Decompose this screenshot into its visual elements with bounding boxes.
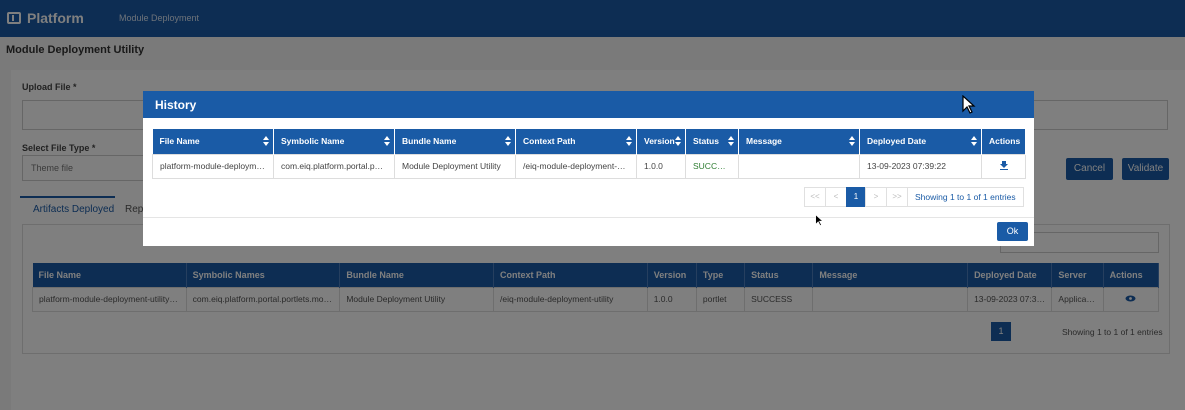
cell-deployed-date: 13-09-2023 07:39:22 xyxy=(859,153,982,179)
sort-icon[interactable] xyxy=(626,136,632,147)
sort-icon[interactable] xyxy=(728,136,734,147)
pager-prev[interactable]: < xyxy=(825,187,847,207)
sort-icon[interactable] xyxy=(849,136,855,147)
modal-footer-divider xyxy=(143,217,1034,218)
col-label: Deployed Date xyxy=(867,136,927,147)
col-deployed-date[interactable]: Deployed Date xyxy=(859,129,982,154)
table-row: platform-module-deployme... com.eiq.plat… xyxy=(152,153,1026,179)
col-file-name[interactable]: File Name xyxy=(152,129,274,154)
col-label: Status xyxy=(693,136,719,147)
col-context-path[interactable]: Context Path xyxy=(515,129,637,154)
col-label: Symbolic Name xyxy=(281,136,345,147)
history-table-header: File Name Symbolic Name Bundle Name Cont… xyxy=(152,129,1026,154)
history-modal: History File Name Symbolic Name Bundle N… xyxy=(143,91,1034,246)
pager-page-1[interactable]: 1 xyxy=(846,187,866,207)
modal-title: History xyxy=(143,91,1034,118)
cell-bundle-name: Module Deployment Utility xyxy=(394,153,516,179)
cell-symbolic-name: com.eiq.platform.portal.portl... xyxy=(273,153,395,179)
pagination: << < 1 > >> Showing 1 to 1 of 1 entries xyxy=(804,187,1024,207)
col-label: Bundle Name xyxy=(402,136,457,147)
col-version[interactable]: Version xyxy=(636,129,686,154)
cell-file-name: platform-module-deployme... xyxy=(152,153,274,179)
col-label: Context Path xyxy=(523,136,576,147)
col-label: Version xyxy=(644,136,675,147)
pager-last[interactable]: >> xyxy=(886,187,908,207)
col-label: Message xyxy=(746,136,782,147)
mouse-pointer-icon xyxy=(962,95,976,114)
entries-info: Showing 1 to 1 of 1 entries xyxy=(907,187,1024,207)
cell-status: SUCCESS xyxy=(685,153,739,179)
download-icon[interactable] xyxy=(999,161,1008,170)
col-bundle-name[interactable]: Bundle Name xyxy=(394,129,516,154)
history-table: File Name Symbolic Name Bundle Name Cont… xyxy=(152,129,1026,179)
sort-icon[interactable] xyxy=(384,136,390,147)
cell-version: 1.0.0 xyxy=(636,153,686,179)
col-symbolic-name[interactable]: Symbolic Name xyxy=(273,129,395,154)
sort-icon[interactable] xyxy=(263,136,269,147)
col-message[interactable]: Message xyxy=(738,129,860,154)
cell-actions xyxy=(981,153,1026,179)
pager-first[interactable]: << xyxy=(804,187,826,207)
sort-icon[interactable] xyxy=(971,136,977,147)
col-status[interactable]: Status xyxy=(685,129,739,154)
sort-icon[interactable] xyxy=(675,136,681,147)
sort-icon[interactable] xyxy=(505,136,511,147)
mouse-pointer-icon xyxy=(815,214,824,227)
col-label: File Name xyxy=(159,136,200,147)
cell-message xyxy=(738,153,860,179)
cell-context-path: /eiq-module-deployment-utility xyxy=(515,153,637,179)
ok-button[interactable]: Ok xyxy=(997,222,1028,241)
pager-next[interactable]: > xyxy=(865,187,887,207)
col-actions: Actions xyxy=(981,129,1026,154)
